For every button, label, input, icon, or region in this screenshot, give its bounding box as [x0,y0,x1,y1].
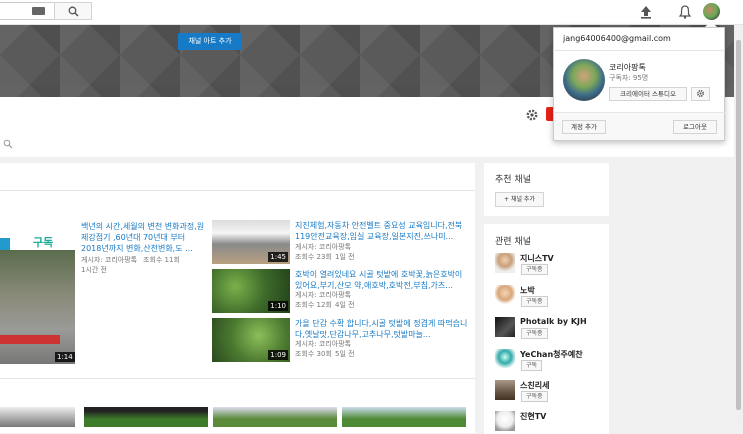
video-views: 조회수 23회 [295,253,332,261]
subscribed-button[interactable]: 구독중 [521,296,548,307]
add-account-button[interactable]: 계정 추가 [562,120,606,134]
recommended-channels-panel [484,163,609,216]
channel-avatar[interactable] [495,411,515,431]
upload-icon[interactable] [638,4,654,20]
video-title[interactable]: 가을 단감 수확 합니다,시골 텃밭에 정겹게 따먹습니다,옛날맛,단감나무,고… [295,318,470,340]
video-author: 게시자: 코리아팡톡 [81,256,138,264]
thumb-subscribe-text: 구독 [33,236,54,249]
related-channel-name[interactable]: 지니스TV [520,253,554,264]
video-duration: 1:14 [55,352,75,362]
video-age: 1일 전 [335,253,355,261]
video-duration: 1:10 [268,301,288,311]
video-views: 조회수 11회 [143,256,180,264]
video-age: 5일 전 [335,350,355,358]
related-channel-name[interactable]: 노박 [520,285,535,296]
settings-button[interactable] [691,87,710,101]
keyboard-icon[interactable] [32,7,45,15]
scrollbar-thumb[interactable] [736,40,741,410]
thumb-road [0,250,75,364]
divider [0,190,475,191]
channel-avatar[interactable] [495,285,515,305]
search-icon [68,6,79,17]
divider [553,112,725,113]
video-thumbnail[interactable] [342,407,466,427]
video-author: 게시자: 코리아팡톡 [295,243,352,251]
related-channel-name[interactable]: 스친리세 [520,380,549,391]
channel-avatar[interactable] [495,349,515,369]
channel-name: 코리아팡톡 [609,63,646,72]
add-channel-button[interactable]: + 채널 추가 [495,192,544,207]
subscribed-button[interactable]: 구독중 [521,328,548,339]
account-email: jang64006400@gmail.com [563,34,671,43]
video-duration: 1:09 [268,350,288,360]
search-input[interactable] [0,2,54,20]
recommended-channels-title: 추천 채널 [495,175,531,185]
video-views: 조회수 30회 [295,350,332,358]
thumb-blue-block [0,238,10,250]
thumb-red-bar [0,335,60,344]
related-channel-name[interactable]: YeChan청주예찬 [520,349,583,360]
subscriber-count: 구독자: 95명 [609,74,649,82]
channel-avatar[interactable] [563,59,605,101]
subscribed-button[interactable]: 구독중 [521,391,548,402]
video-title[interactable]: 지진체험,자동차 안전벨트 중요성 교육입니다,전북 119안전교육장,임실 교… [295,220,470,242]
video-views: 조회수 12회 [295,301,332,309]
gear-icon [697,90,704,97]
featured-video-thumbnail[interactable]: 구독 1:14 [0,220,75,364]
related-channel-name[interactable]: Photalk by KJH [520,317,587,326]
divider [553,50,725,51]
featured-video-title[interactable]: 백년의 시간,세월의 변천 변화과정,원제강점기 ,60년대 70년대 부터 2… [81,221,208,254]
bell-icon[interactable] [677,4,693,20]
subscribe-button[interactable]: 구독 [521,360,543,371]
video-thumbnail[interactable]: 1:10 [212,269,290,313]
video-thumbnail[interactable] [84,407,208,427]
video-author: 게시자: 코리아팡톡 [295,340,352,348]
related-channels-title: 관련 채널 [495,237,531,247]
video-duration: 1:45 [268,252,288,262]
channel-avatar[interactable] [495,253,515,273]
subscribed-button[interactable]: 구독중 [521,264,548,275]
logout-button[interactable]: 로그아웃 [673,120,717,134]
video-author: 게시자: 코리아팡톡 [295,291,352,299]
video-title[interactable]: 호박이 열려있네요 시골 텃밭에 호박꽃,늙은호박이 있어요,부기,산모 약,애… [295,269,470,291]
account-avatar[interactable] [703,3,720,20]
channel-avatar[interactable] [495,380,515,400]
search-button[interactable] [54,2,92,20]
creator-studio-button[interactable]: 크리에이터 스튜디오 [609,87,687,101]
channel-search-icon[interactable] [3,139,13,149]
add-channel-art-button[interactable]: 채널 아트 추가 [178,33,242,50]
video-thumbnail[interactable] [213,407,337,427]
masthead [0,0,743,25]
video-age: 1시간 전 [81,266,107,274]
video-thumbnail[interactable] [0,407,75,427]
video-thumbnail[interactable]: 1:09 [212,318,290,362]
divider [0,378,475,379]
channel-avatar[interactable] [495,317,515,337]
video-thumbnail[interactable]: 1:45 [212,220,290,264]
gear-icon[interactable] [525,108,539,122]
related-channel-name[interactable]: 진현TV [520,411,546,422]
video-age: 4일 전 [335,301,355,309]
